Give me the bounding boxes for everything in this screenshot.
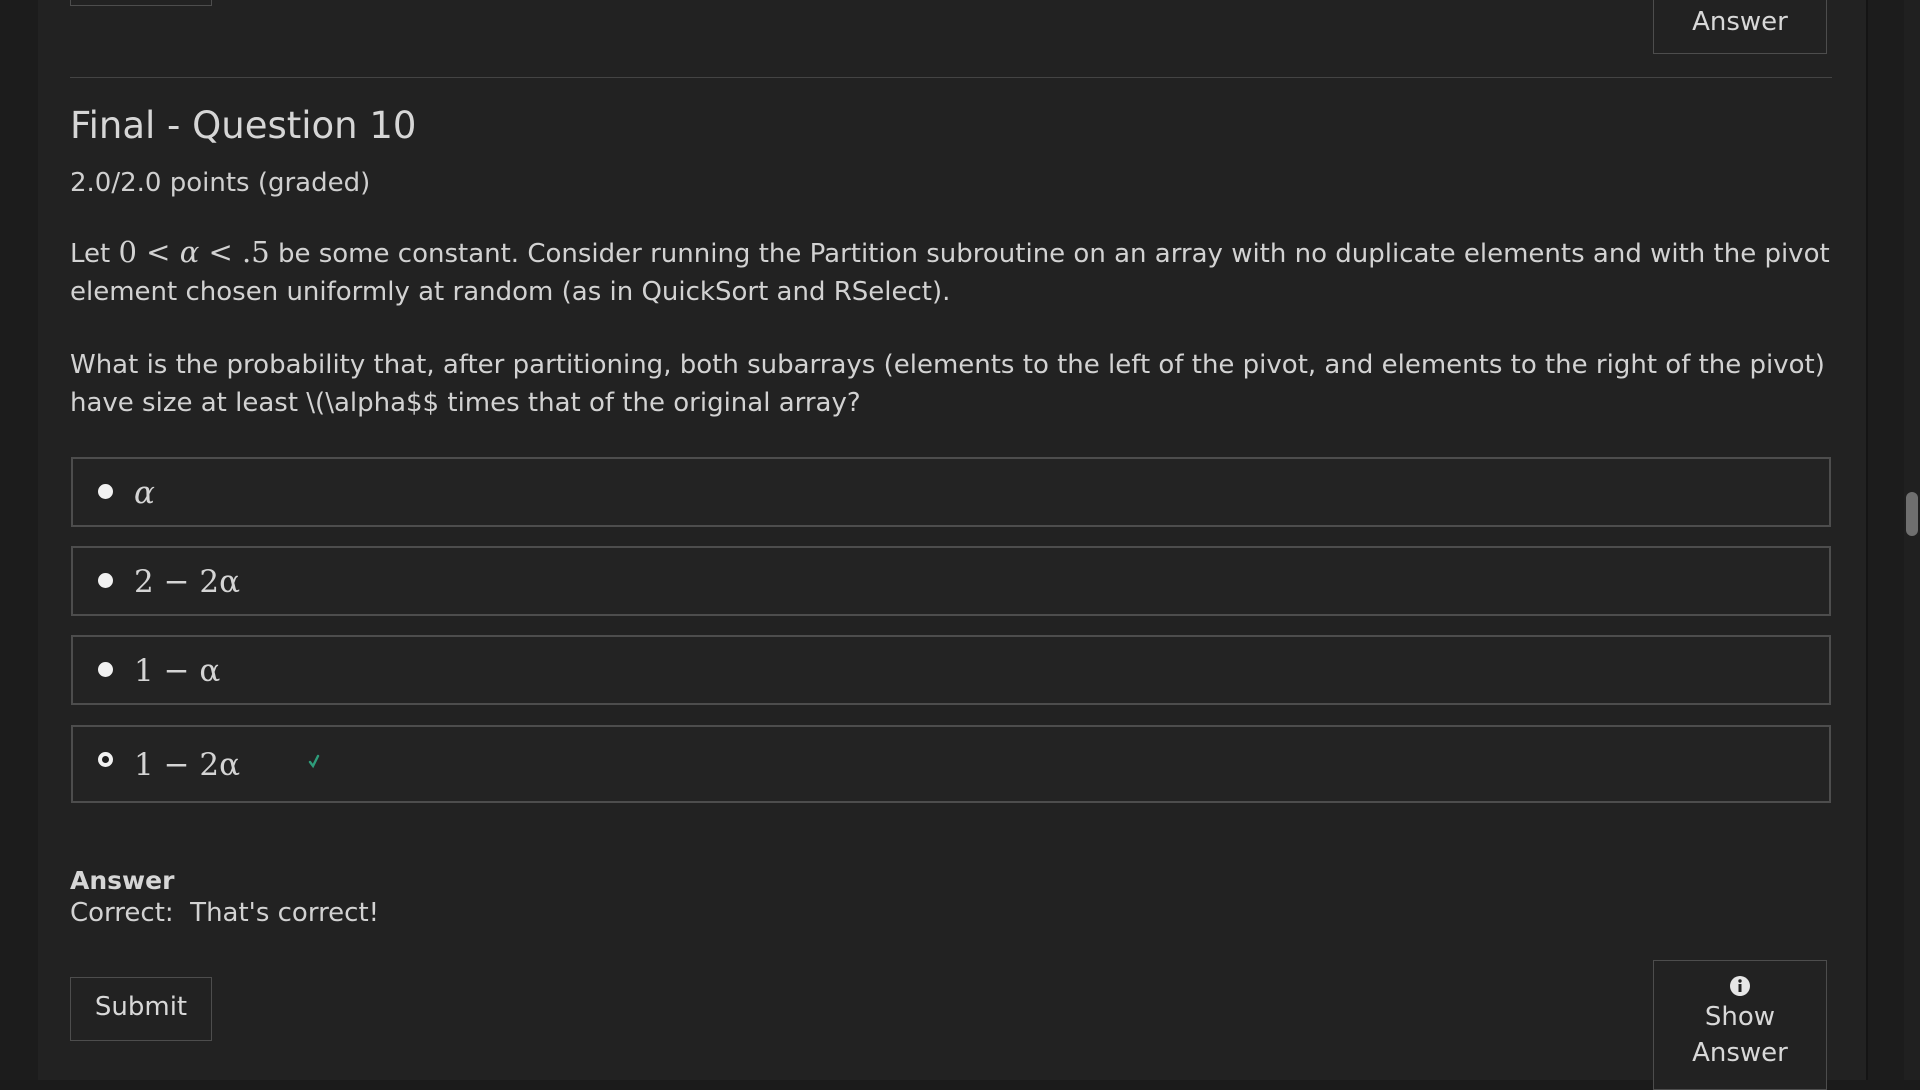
answer-message: That's correct! (181, 898, 380, 928)
answer-heading: Answer (70, 866, 175, 895)
question-text-rest: be some constant. Consider running the P… (70, 239, 1830, 307)
previous-submit-button[interactable] (70, 0, 212, 6)
show-answer-line1: Show (1704, 1002, 1776, 1032)
previous-answer-button[interactable]: Answer (1653, 0, 1827, 54)
answer-option-selected[interactable]: 1 − 2α (71, 725, 1831, 803)
math-less-than: < (136, 235, 180, 269)
answer-option[interactable]: α (71, 457, 1831, 527)
right-margin (1868, 0, 1904, 1080)
correct-check-icon (308, 754, 320, 769)
left-gutter (0, 0, 40, 1080)
question-text-lead: Let (70, 239, 119, 269)
question-prompt: What is the probability that, after part… (70, 350, 1825, 418)
question-text: Let 0 < α < .5 be some constant. Conside… (70, 233, 1830, 311)
answer-feedback: Correct: That's correct! (70, 898, 379, 928)
show-answer-line2: Answer (1692, 1038, 1788, 1068)
radio-button[interactable] (98, 662, 113, 677)
answer-status: Correct: (70, 898, 182, 928)
question-divider (70, 77, 1832, 78)
option-label: 2 − 2α (134, 564, 241, 600)
show-answer-button[interactable]: Show Answer (1653, 960, 1827, 1090)
radio-button[interactable] (98, 484, 113, 499)
math-alpha: α (179, 235, 200, 269)
math-inequality: 0 < α < .5 (118, 235, 269, 269)
info-icon (1730, 976, 1750, 996)
submit-button[interactable]: Submit (70, 977, 212, 1041)
answer-option[interactable]: 1 − α (71, 635, 1831, 705)
option-label: 1 − 2α (134, 747, 241, 783)
points-graded: 2.0/2.0 points (graded) (70, 168, 371, 198)
radio-button-selected[interactable] (98, 752, 113, 767)
math-zero: 0 (118, 235, 137, 269)
option-label: 1 − α (134, 653, 221, 689)
option-label: α (134, 475, 155, 511)
scrollbar-thumb[interactable] (1906, 492, 1918, 536)
answer-option[interactable]: 2 − 2α (71, 546, 1831, 616)
scrollbar-track[interactable] (1904, 0, 1920, 1080)
math-half: .5 (242, 235, 270, 269)
math-less-than: < (199, 235, 243, 269)
question-title: Final - Question 10 (70, 104, 417, 147)
radio-button[interactable] (98, 573, 113, 588)
